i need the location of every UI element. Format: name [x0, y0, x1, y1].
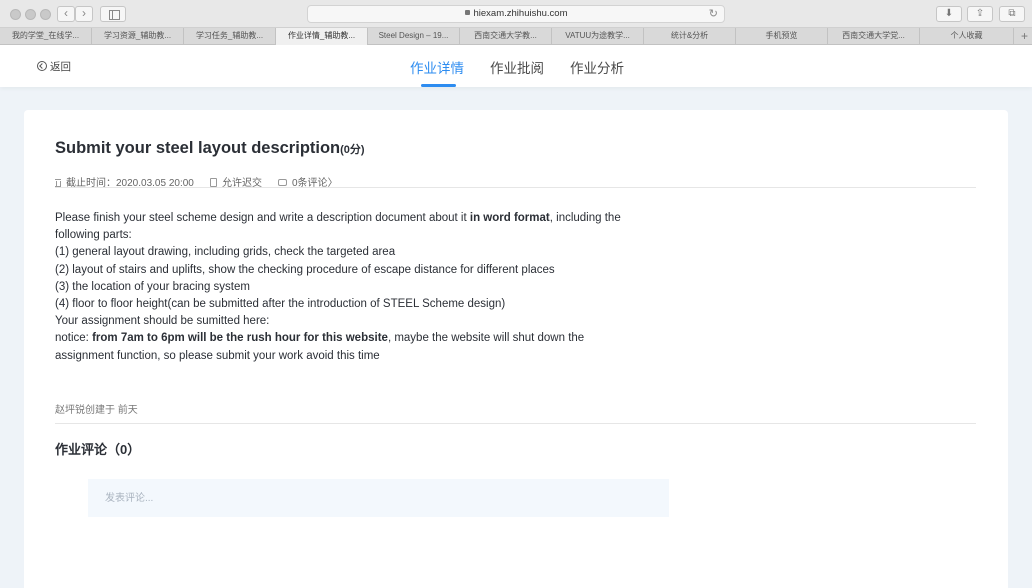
tab-assignment-details[interactable]: 作业详情	[410, 57, 464, 77]
downloads-icon[interactable]: ⬇	[936, 6, 962, 22]
comment-input[interactable]	[88, 479, 669, 517]
browser-tab[interactable]: 西南交通大学教...	[460, 28, 552, 45]
description-line: Your assignment should be sumitted here:	[55, 315, 270, 328]
divider	[55, 423, 976, 424]
minimize-window-button[interactable]	[25, 9, 36, 20]
description-line: notice: from 7am to 6pm will be the rush…	[55, 330, 655, 347]
assignment-score: (0分)	[340, 144, 365, 156]
browser-tab[interactable]: 学习资源_辅助教...	[92, 28, 184, 45]
description-line: (2) layout of stairs and uplifts, show t…	[55, 263, 555, 276]
assignment-card: Submit your steel layout description(0分)…	[24, 110, 1008, 588]
active-tab-indicator	[421, 84, 456, 87]
description-text: , maybe the website will shut down the	[387, 332, 585, 345]
browser-tab-active[interactable]: 作业详情_辅助教...	[276, 28, 368, 45]
tab-assignment-analysis[interactable]: 作业分析	[570, 57, 624, 77]
description-line: (4) floor to floor height(can be submitt…	[55, 298, 506, 311]
sidebar-toggle-icon[interactable]	[100, 6, 126, 22]
browser-toolbar: ‹ › hiexam.zhihuishu.com ↻ ⬇ ⇪ ⧉	[0, 0, 1032, 28]
browser-tab[interactable]: VATUU为途教学...	[552, 28, 644, 45]
description-bold-text: from 7am to 6pm will be the rush hour fo…	[92, 332, 388, 345]
comment-bubble-icon	[278, 179, 287, 186]
tab-assignment-grading[interactable]: 作业批阅	[490, 57, 544, 77]
creator-info: 赵坪锐创建于 前天	[55, 405, 138, 416]
share-icon[interactable]: ⇪	[967, 6, 993, 22]
address-bar[interactable]: hiexam.zhihuishu.com ↻	[307, 5, 725, 23]
description-text: , including the	[549, 212, 621, 224]
comments-section-title: 作业评论（0）	[55, 442, 141, 457]
description-line: Please finish your steel scheme design a…	[55, 210, 655, 227]
browser-tab[interactable]: 统计&分析	[644, 28, 736, 45]
forward-arrow-icon[interactable]: ›	[75, 6, 93, 22]
browser-tab-bar: 我的学堂_在线学... 学习资源_辅助教... 学习任务_辅助教... 作业详情…	[0, 28, 1032, 45]
back-button[interactable]: 返回	[37, 59, 71, 74]
browser-tab[interactable]: 学习任务_辅助教...	[184, 28, 276, 45]
browser-tab[interactable]: 西南交通大学党...	[828, 28, 920, 45]
description-line: assignment function, so please submit yo…	[55, 349, 380, 362]
back-arrow-icon[interactable]: ‹	[57, 6, 75, 22]
browser-tab[interactable]: Steel Design – 19...	[368, 28, 460, 45]
lock-icon	[464, 10, 470, 15]
description-line: (3) the location of your bracing system	[55, 280, 250, 293]
hourglass-icon	[55, 179, 61, 187]
divider	[55, 187, 976, 188]
description-text: Please finish your steel scheme design a…	[55, 212, 470, 224]
assignment-title-text: Submit your steel layout description	[55, 139, 341, 157]
back-circle-icon	[37, 61, 47, 71]
assignment-title: Submit your steel layout description(0分)	[55, 139, 365, 158]
browser-tab[interactable]: 我的学堂_在线学...	[0, 28, 92, 45]
document-icon	[210, 178, 217, 187]
url-text: hiexam.zhihuishu.com	[473, 8, 568, 19]
browser-tab[interactable]: 个人收藏	[920, 28, 1014, 45]
description-line: following parts:	[55, 229, 132, 242]
description-text: notice:	[55, 332, 93, 345]
description-line: (1) general layout drawing, including gr…	[55, 246, 396, 259]
description-bold-text: in word format	[469, 212, 550, 224]
tabs-overview-icon[interactable]: ⧉	[999, 6, 1025, 22]
back-label: 返回	[50, 61, 71, 73]
new-tab-button[interactable]: +	[1021, 28, 1028, 44]
reload-icon[interactable]: ↻	[709, 6, 718, 22]
close-window-button[interactable]	[10, 9, 21, 20]
maximize-window-button[interactable]	[40, 9, 51, 20]
browser-tab[interactable]: 手机预览	[736, 28, 828, 45]
assignment-description: Please finish your steel scheme design a…	[55, 210, 655, 365]
app-header: 返回 作业详情 作业批阅 作业分析	[0, 45, 1032, 87]
